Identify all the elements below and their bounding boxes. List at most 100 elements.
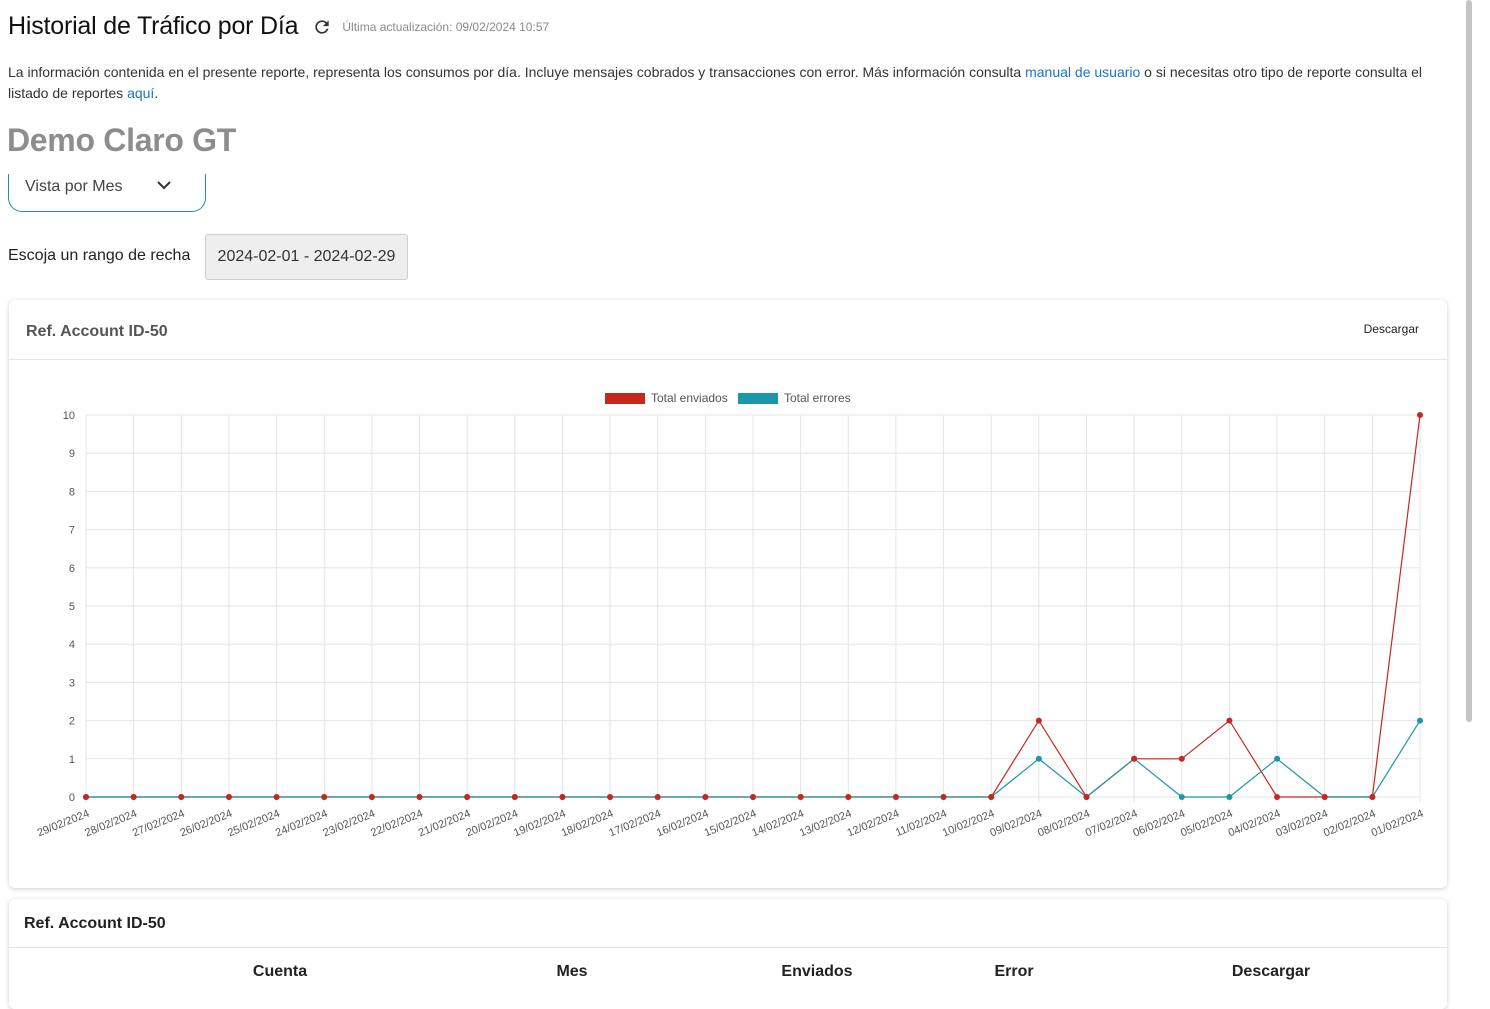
x-tick-label: 26/02/2024 [179, 808, 235, 840]
data-point-series-1 [1274, 755, 1281, 762]
data-point-series-0 [702, 794, 709, 800]
y-tick-label: 10 [63, 410, 75, 422]
y-tick-label: 8 [69, 486, 75, 498]
data-point-series-0 [273, 794, 280, 800]
y-tick-label: 5 [69, 601, 75, 613]
legend-label: Total enviados [651, 391, 728, 405]
legend-label: Total errores [784, 391, 851, 405]
page-scrollbar[interactable] [1466, 0, 1472, 722]
data-point-series-0 [1417, 412, 1423, 418]
data-point-series-0 [1131, 755, 1138, 762]
x-tick-label: 17/02/2024 [607, 808, 663, 840]
reports-list-link[interactable]: aquí [127, 85, 154, 101]
data-point-series-0 [321, 794, 328, 800]
data-point-series-0 [1369, 794, 1376, 800]
description-text-1: La información contenida en el presente … [8, 64, 1026, 80]
table-card-title: Ref. Account ID-50 [24, 915, 166, 932]
date-range-label: Escoja un rango de recha [8, 247, 191, 264]
description-text-3: . [154, 85, 159, 101]
y-tick-label: 7 [69, 525, 75, 537]
x-tick-label: 14/02/2024 [750, 808, 806, 840]
page-title: Historial de Tráfico por Día [8, 12, 299, 40]
data-point-series-0 [225, 794, 232, 800]
data-point-series-0 [1274, 794, 1281, 800]
column-header-cuenta[interactable]: Cuenta [253, 963, 307, 981]
data-point-series-0 [178, 794, 185, 800]
data-point-series-0 [1226, 717, 1233, 724]
x-tick-label: 01/02/2024 [1370, 808, 1426, 840]
x-tick-label: 29/02/2024 [36, 808, 92, 840]
x-tick-label: 04/02/2024 [1227, 808, 1283, 840]
report-description: La información contenida en el presente … [8, 62, 1448, 104]
y-tick-label: 6 [69, 563, 75, 575]
data-point-series-0 [368, 794, 375, 800]
x-tick-label: 09/02/2024 [988, 808, 1044, 840]
data-point-series-0 [845, 794, 852, 800]
x-tick-label: 05/02/2024 [1179, 808, 1235, 840]
legend-swatch [738, 393, 778, 404]
data-point-series-0 [940, 794, 947, 800]
data-point-series-0 [988, 794, 995, 800]
company-name: Demo Claro GT [7, 122, 237, 158]
data-point-series-0 [750, 794, 756, 800]
x-tick-label: 02/02/2024 [1322, 808, 1378, 840]
y-tick-label: 3 [69, 677, 75, 689]
view-select-value: Vista por Mes [25, 178, 123, 195]
data-point-series-0 [1178, 755, 1185, 762]
data-point-series-0 [1321, 794, 1328, 800]
x-tick-label: 07/02/2024 [1084, 808, 1140, 840]
x-tick-label: 19/02/2024 [512, 808, 568, 840]
x-tick-label: 11/02/2024 [894, 808, 949, 839]
table-card: Ref. Account ID-50 Cuenta Mes Enviados E… [9, 899, 1447, 1009]
data-point-series-0 [797, 794, 804, 800]
x-tick-label: 25/02/2024 [226, 808, 282, 840]
x-tick-label: 08/02/2024 [1036, 808, 1092, 840]
y-tick-label: 0 [69, 792, 75, 804]
column-header-enviados[interactable]: Enviados [781, 963, 852, 981]
x-tick-label: 23/02/2024 [321, 808, 377, 840]
x-tick-label: 21/02/2024 [417, 808, 473, 840]
y-tick-label: 2 [69, 716, 75, 728]
y-tick-label: 1 [69, 754, 75, 766]
data-point-series-0 [559, 794, 566, 800]
x-tick-label: 24/02/2024 [274, 808, 330, 840]
y-tick-label: 4 [69, 639, 75, 651]
refresh-icon[interactable] [312, 17, 332, 37]
data-point-series-0 [511, 794, 518, 800]
x-tick-label: 27/02/2024 [131, 808, 187, 840]
chart-card: Ref. Account ID-50 Descargar 01234567891… [9, 300, 1447, 888]
column-header-error[interactable]: Error [994, 963, 1033, 981]
data-point-series-0 [130, 794, 137, 800]
data-point-series-0 [83, 794, 89, 800]
data-point-series-0 [416, 794, 423, 800]
chevron-down-icon [157, 181, 171, 190]
data-point-series-1 [1226, 794, 1233, 800]
x-tick-label: 10/02/2024 [941, 808, 997, 840]
data-point-series-0 [464, 794, 471, 800]
x-tick-label: 13/02/2024 [798, 808, 854, 840]
y-tick-label: 9 [69, 448, 75, 460]
view-select[interactable]: Vista por Mes [8, 174, 206, 212]
card-divider [9, 947, 1447, 948]
legend-swatch [605, 393, 645, 404]
date-range-input[interactable]: 2024-02-01 - 2024-02-29 [205, 234, 408, 280]
column-header-descargar[interactable]: Descargar [1232, 963, 1310, 981]
data-point-series-0 [1083, 794, 1090, 800]
x-tick-label: 28/02/2024 [83, 808, 139, 840]
page-header: Historial de Tráfico por Día Última actu… [8, 12, 549, 41]
data-point-series-0 [892, 794, 899, 800]
x-tick-label: 20/02/2024 [464, 808, 520, 840]
x-tick-label: 16/02/2024 [655, 808, 711, 840]
x-tick-label: 18/02/2024 [560, 808, 616, 840]
data-point-series-1 [1035, 755, 1042, 762]
x-tick-label: 12/02/2024 [846, 808, 902, 840]
column-header-mes[interactable]: Mes [556, 963, 587, 981]
user-manual-link[interactable]: manual de usuario [1025, 64, 1140, 80]
x-tick-label: 03/02/2024 [1274, 808, 1330, 840]
traffic-line-chart: 0 1 2 3 4 5 6 7 8 9 10 29/02/202428/02/202427/02/20… [36, 391, 1426, 840]
x-tick-label: 15/02/2024 [703, 808, 759, 840]
x-tick-label: 22/02/2024 [369, 808, 425, 840]
data-point-series-1 [1178, 794, 1185, 800]
data-point-series-0 [654, 794, 661, 800]
data-point-series-0 [607, 794, 614, 800]
